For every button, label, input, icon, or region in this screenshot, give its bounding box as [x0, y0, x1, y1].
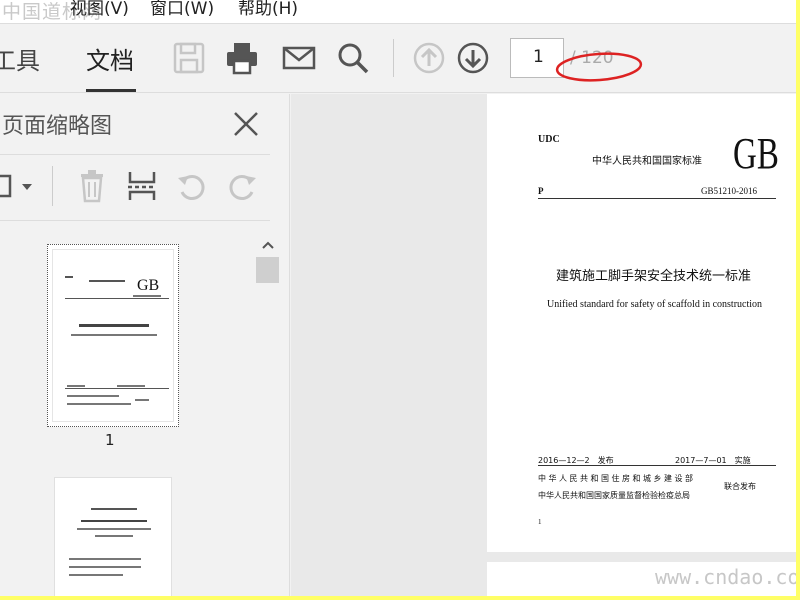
print-icon[interactable]: [225, 41, 259, 75]
menu-view[interactable]: 视图(V): [70, 0, 129, 19]
page-up-icon[interactable]: [412, 41, 446, 75]
red-annotation-ellipse: [555, 52, 643, 82]
search-icon[interactable]: [336, 41, 370, 75]
page-down-icon[interactable]: [456, 41, 490, 75]
joint-issue-label: 联合发布: [724, 482, 756, 491]
tab-document[interactable]: 文档: [86, 41, 134, 76]
document-page: UDC 中华人民共和国国家标准 GB P GB51210-2016 建筑施工脚手…: [487, 94, 796, 552]
udc-label: UDC: [538, 134, 560, 145]
thumbnail-page-content: GB: [65, 276, 169, 405]
panel-tool-separator: [52, 166, 53, 206]
save-icon[interactable]: [172, 41, 206, 75]
footer-rule: [538, 465, 776, 466]
rotate-left-icon[interactable]: [176, 168, 208, 204]
menu-help[interactable]: 帮助(H): [238, 0, 298, 19]
toolbar-separator: [393, 39, 394, 77]
title-chinese: 建筑施工脚手架安全技术统一标准: [556, 269, 752, 284]
thumbnail-page-number: 1: [105, 431, 115, 449]
app-window: 中国道标网 视图(V) 窗口(W) 帮助(H) 工具 文档 1 / 120 页面…: [0, 0, 796, 596]
panel-title: 页面缩略图: [2, 114, 113, 139]
delete-icon[interactable]: [76, 168, 108, 204]
main-toolbar: 工具 文档 1 / 120: [0, 25, 796, 93]
thumbnail-preview: GB: [52, 249, 174, 422]
title-english: Unified standard for safety of scaffold …: [547, 299, 763, 310]
rotate-right-icon[interactable]: [226, 168, 258, 204]
issuer-label: 中华人民共和国国家标准: [592, 156, 702, 167]
extract-icon[interactable]: [126, 168, 158, 204]
mail-icon[interactable]: [282, 41, 316, 75]
close-icon[interactable]: [232, 110, 260, 138]
header-rule: [538, 198, 776, 199]
thumbnail-page-2[interactable]: [54, 477, 172, 596]
thumbnail-scrollbar[interactable]: [256, 231, 280, 596]
page-footer-number: 1: [538, 518, 542, 526]
standard-code: GB51210-2016: [701, 186, 757, 196]
thumbnail-page-1[interactable]: GB: [47, 244, 179, 427]
panel-divider: [0, 154, 270, 155]
options-menu-icon[interactable]: [0, 168, 32, 204]
menu-window[interactable]: 窗口(W): [150, 0, 214, 19]
publisher-2: 中华人民共和国国家质量监督检验检疫总局: [538, 491, 690, 500]
p-label: P: [538, 186, 544, 196]
document-viewport: UDC 中华人民共和国国家标准 GB P GB51210-2016 建筑施工脚手…: [291, 94, 796, 596]
scroll-thumb[interactable]: [256, 257, 279, 283]
scroll-up-arrow-icon[interactable]: [256, 235, 280, 255]
active-tab-indicator: [86, 89, 136, 92]
menu-bar: 中国道标网 视图(V) 窗口(W) 帮助(H): [0, 0, 796, 24]
tab-tools[interactable]: 工具: [0, 41, 40, 76]
thumbnail-page-content: [69, 508, 151, 576]
thumbnails-panel: 页面缩略图 GB 1: [0, 94, 290, 596]
publisher-1: 中华人民共和国住房和城乡建设部: [538, 474, 696, 483]
watermark-bottom: www.cndao.com: [655, 565, 796, 589]
thumbnail-list: GB 1: [0, 221, 256, 596]
gb-mark: GB: [733, 129, 779, 178]
svg-text:GB: GB: [137, 277, 159, 294]
